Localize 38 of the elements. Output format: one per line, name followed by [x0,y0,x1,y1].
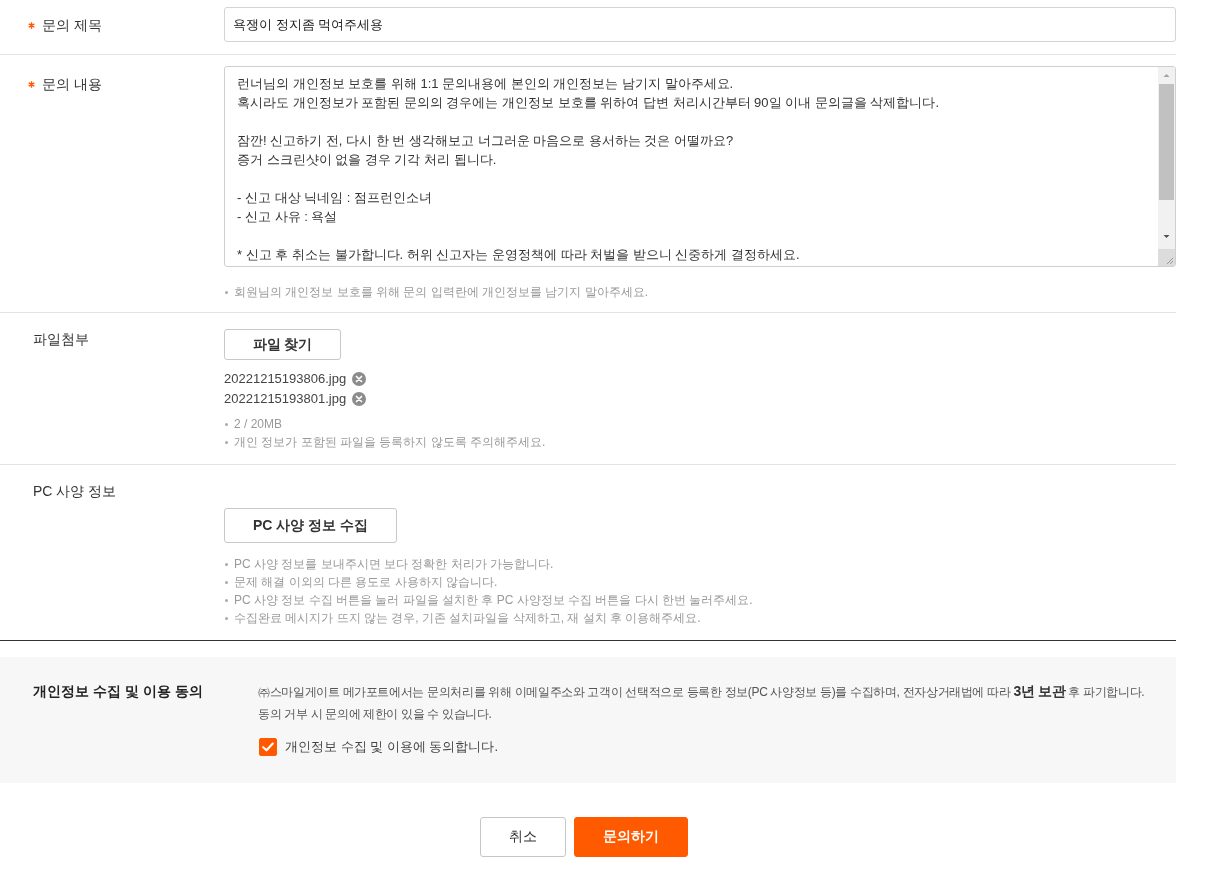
bullet-icon [225,562,228,566]
note-text: 회원님의 개인정보 보호를 위해 문의 입력란에 개인정보를 남기지 말아주세요. [234,284,648,301]
message-text: * 신고 후 취소는 불가합니다. 허위 신고자는 운영정책에 따라 처벌을 받으니 신중하게 결정하세요. [237,246,801,264]
message-text: - 신고 대상 닉네임 : 점프런인소녀 - 신고 사유 : 욕설 [237,189,433,226]
check-icon [262,742,274,752]
message-text: 런너님의 개인정보 보호를 위해 1:1 문의내용에 본인의 개인정보는 남기지 말아주세요. 혹시라도 개인정보가 포함된 문의의 경우에는 개인정보 보호를 위하여 답변 처리시간부터 90일 이내 문의글을 삭제합니다. [237,75,941,112]
note-text: 개인 정보가 포함된 파일을 등록하지 않도록 주의해주세요. [234,434,546,451]
close-icon[interactable] [352,372,367,386]
field-label: 문의 내용 [42,75,102,94]
bullet-icon [225,616,228,620]
consent-title: 개인정보 수집 및 이용 동의 [32,682,204,701]
field-label: 파일첨부 [33,330,89,349]
title-input[interactable]: 욕쟁이 정지좀 먹여주세용 [224,7,1176,42]
field-label: 문의 제목 [42,16,102,35]
collect-pc-info-button[interactable]: PC 사양 정보 수집 [224,508,397,543]
bullet-icon [225,580,228,584]
close-icon[interactable] [352,392,367,406]
note-text: 수집완료 메시지가 뜨지 않는 경우, 기존 설치파일을 삭제하고, 재 설치 후 이용해주세요. [234,610,701,627]
note-text: 2 / 20MB [234,416,283,433]
note-text: PC 사양 정보 수집 버튼을 눌러 파일을 설치한 후 PC 사양정보 수집 버튼을 다시 한번 눌러주세요. [234,592,753,609]
file-name: 20221215193806.jpg [224,370,347,388]
note-text: 문제 해결 이외의 다른 용도로 사용하지 않습니다. [234,574,498,591]
bullet-icon [225,422,228,426]
field-label: PC 사양 정보 [33,482,117,501]
checkbox-label[interactable]: 개인정보 수집 및 이용에 동의합니다. [285,737,499,757]
message-textarea[interactable] [224,66,1176,267]
find-file-button[interactable]: 파일 찾기 [224,329,341,360]
bullet-icon [225,290,228,294]
scrollbar[interactable] [1158,67,1175,266]
file-name: 20221215193801.jpg [224,390,347,408]
bullet-icon [225,598,228,602]
consent-text: ㈜스마일게이트 메가포트에서는 문의처리를 위해 이메일주소와 고객이 선택적으로 등록한 정보(PC 사양정보 등)를 수집하며, 전자상거래법에 따라 3년 보관 후 파기합니다. [258,682,1145,701]
note-text: PC 사양 정보를 보내주시면 보다 정확한 처리가 가능합니다. [234,556,554,573]
agree-checkbox[interactable] [259,738,277,756]
bullet-icon [225,440,228,444]
cancel-button[interactable]: 취소 [480,817,566,857]
message-text: 잠깐! 신고하기 전, 다시 한 번 생각해보고 너그러운 마음으로 용서하는 것은 어떨까요? 증거 스크린샷이 없을 경우 기각 처리 됩니다. [237,132,735,169]
consent-text: 동의 거부 시 문의에 제한이 있을 수 있습니다. [258,706,492,723]
